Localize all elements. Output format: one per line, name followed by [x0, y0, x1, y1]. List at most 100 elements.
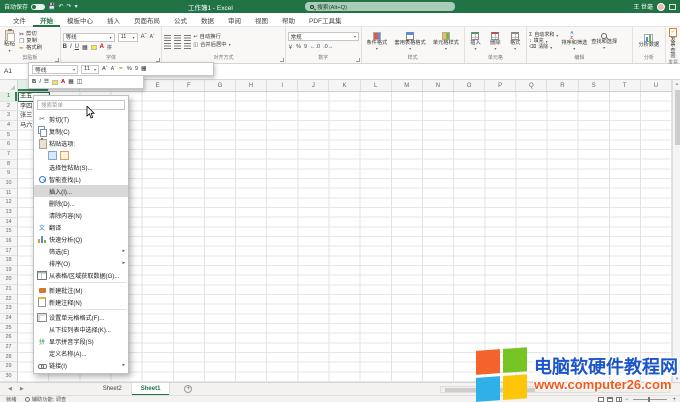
cell-styles-button[interactable]: 单元格样式▾	[432, 32, 460, 52]
ribbon-tab-数据[interactable]: 数据	[194, 13, 221, 27]
decrease-font-icon[interactable]: Aˇ	[150, 34, 155, 40]
conditional-formatting-button[interactable]: 条件格式▾	[365, 32, 388, 52]
menu-item[interactable]: 筛选(E)▸	[34, 245, 128, 257]
row-header-2[interactable]: 2	[0, 102, 17, 112]
format-painter-button[interactable]: ✒格式刷	[19, 46, 42, 52]
analyze-data-button[interactable]: 分析数据	[637, 34, 660, 48]
menu-item[interactable]: 智能查找(L)	[34, 173, 128, 185]
column-header-H[interactable]: H	[236, 80, 267, 91]
mini-comma-icon[interactable]: 9	[135, 66, 138, 72]
find-select-button[interactable]: 查找和选择▾	[590, 33, 618, 51]
decrease-decimal-icon[interactable]: .0→	[323, 44, 333, 50]
align-center-icon[interactable]	[174, 43, 181, 49]
menu-item[interactable]: 显示拼音字段(S)	[34, 335, 128, 347]
column-header-T[interactable]: T	[610, 80, 641, 91]
scroll-up-icon[interactable]: ▲	[674, 81, 680, 86]
align-left-icon[interactable]	[164, 43, 171, 49]
column-header-M[interactable]: M	[392, 80, 423, 91]
paste-values-icon[interactable]	[60, 151, 69, 160]
column-header-J[interactable]: J	[298, 80, 329, 91]
user-name[interactable]: 王 世毫	[633, 2, 653, 11]
ribbon-tab-文件[interactable]: 文件	[6, 13, 33, 27]
menu-item[interactable]: 从表格/区域获取数据(G)...	[34, 269, 128, 281]
row-header-26[interactable]: 26	[0, 333, 17, 343]
format-cells-button[interactable]: 格式▾	[509, 32, 521, 52]
bold-button[interactable]: B	[63, 44, 67, 50]
row-header-6[interactable]: 6	[0, 140, 17, 150]
ribbon-tab-页面布局[interactable]: 页面布局	[127, 13, 167, 27]
column-header-L[interactable]: L	[361, 80, 392, 91]
accounting-format-icon[interactable]: ￥	[288, 43, 294, 51]
row-header-10[interactable]: 10	[0, 179, 17, 189]
new-sheet-button[interactable]: +	[184, 385, 192, 393]
ribbon-tab-PDF工具集[interactable]: PDF工具集	[302, 13, 349, 27]
menu-item[interactable]: 排序(O)▸	[34, 257, 128, 269]
fill-color-icon[interactable]	[91, 45, 97, 50]
ribbon-tab-开始[interactable]: 开始	[33, 13, 60, 27]
menu-item[interactable]: 定义名称(A)...	[34, 347, 128, 359]
row-header-14[interactable]: 14	[0, 218, 17, 228]
menu-search-input[interactable]: 搜索菜单	[37, 100, 125, 110]
menu-item[interactable]: 快速分析(Q)	[34, 233, 128, 245]
column-header-O[interactable]: O	[454, 80, 485, 91]
clear-button[interactable]: ⌫清除▾	[529, 45, 558, 50]
row-header-5[interactable]: 5	[0, 131, 17, 141]
save-icon[interactable]: 💾	[48, 3, 55, 10]
mini-font-size-select[interactable]: 11▾	[81, 65, 99, 74]
row-header-21[interactable]: 21	[0, 285, 17, 295]
row-header-13[interactable]: 13	[0, 208, 17, 218]
row-header-27[interactable]: 27	[0, 343, 17, 353]
menu-item[interactable]: 删除(D)...	[34, 197, 128, 209]
font-size-select[interactable]: 11▾	[118, 33, 138, 42]
sheet-tab-Sheet2[interactable]: Sheet2	[94, 383, 132, 396]
sheet-tab-Sheet1[interactable]: Sheet1	[132, 383, 171, 396]
mini-italic-button[interactable]: I	[39, 79, 41, 85]
underline-button[interactable]: U	[75, 44, 79, 50]
menu-item[interactable]: 复制(C)	[34, 125, 128, 137]
menu-item[interactable]: 粘贴选项:	[34, 137, 128, 149]
row-header-15[interactable]: 15	[0, 227, 17, 237]
column-header-K[interactable]: K	[329, 80, 360, 91]
paste-button[interactable]: 粘贴▾	[2, 29, 17, 54]
ribbon-tab-模板中心[interactable]: 模板中心	[60, 13, 100, 27]
accessibility-status[interactable]: 辅助功能: 调查	[25, 395, 67, 402]
increase-font-icon[interactable]: Aˆ	[141, 34, 147, 40]
row-header-17[interactable]: 17	[0, 247, 17, 257]
copy-button[interactable]: ❐复制	[19, 39, 42, 45]
percent-style-icon[interactable]: %	[296, 44, 301, 50]
mini-format-painter-icon[interactable]: ✒	[119, 66, 124, 72]
mini-fill-color-icon[interactable]	[52, 80, 58, 85]
menu-item[interactable]: 翻译	[34, 221, 128, 233]
mini-bold-button[interactable]: B	[32, 79, 36, 85]
increase-decimal-icon[interactable]: ←.0	[310, 44, 320, 50]
menu-item[interactable]: 新建注释(N)	[34, 296, 128, 308]
ribbon-tab-审阅[interactable]: 审阅	[221, 13, 248, 27]
wrap-text-button[interactable]: ↩自动换行	[193, 35, 230, 40]
row-header-1[interactable]: 1	[0, 92, 17, 102]
number-dialog-launcher-icon[interactable]	[356, 58, 360, 62]
menu-item[interactable]: 新建批注(M)	[34, 284, 128, 296]
ribbon-tab-视图[interactable]: 视图	[248, 13, 275, 27]
row-header-11[interactable]: 11	[0, 189, 17, 199]
quick-access-more-icon[interactable]: ▾	[75, 3, 78, 10]
italic-button[interactable]: I	[70, 44, 72, 50]
vertical-scrollbar[interactable]: ▲ ▼	[672, 80, 680, 382]
undo-icon[interactable]: ↶	[59, 3, 64, 10]
search-box[interactable]: 搜索(Alt+Q)	[305, 2, 455, 11]
paste-keep-formatting-icon[interactable]	[48, 151, 57, 160]
column-header-S[interactable]: S	[579, 80, 610, 91]
select-all-corner[interactable]	[0, 80, 18, 92]
menu-item[interactable]: 从下拉列表中选择(K)...	[34, 323, 128, 335]
row-header-22[interactable]: 22	[0, 295, 17, 305]
column-header-N[interactable]: N	[423, 80, 454, 91]
merge-center-button[interactable]: ◫合并后居中▾	[193, 43, 230, 48]
font-color-icon[interactable]: A	[100, 44, 104, 50]
row-header-4[interactable]: 4	[0, 121, 17, 131]
menu-item[interactable]: 清除内容(N)	[34, 209, 128, 221]
invoice-check-button[interactable]: 发票查验	[668, 28, 678, 60]
menu-item[interactable]: 链接(I)▸	[34, 359, 128, 371]
insert-cells-button[interactable]: 插入▾	[469, 32, 481, 52]
row-header-25[interactable]: 25	[0, 324, 17, 334]
row-header-20[interactable]: 20	[0, 275, 17, 285]
menu-item[interactable]: 设置单元格格式(F)...	[34, 311, 128, 323]
